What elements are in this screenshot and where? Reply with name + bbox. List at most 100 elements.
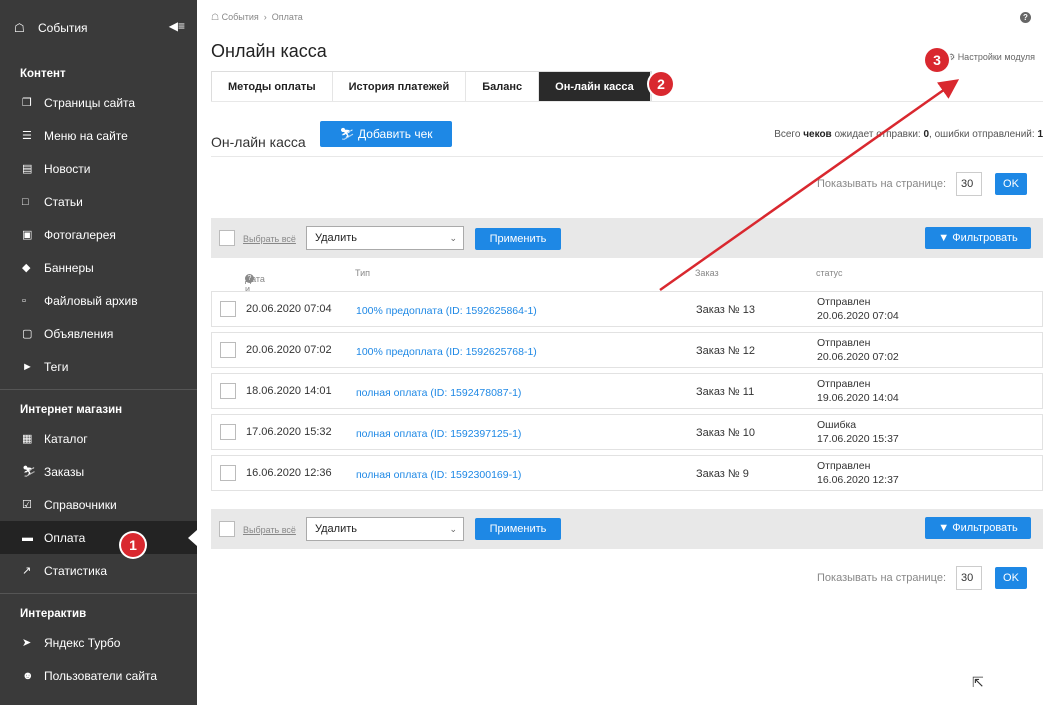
tab-online-cashbox[interactable]: Он-лайн касса bbox=[539, 72, 651, 101]
sidebar-item-files[interactable]: ▫ Файловый архив bbox=[0, 284, 197, 317]
sidebar-item-gallery[interactable]: ▣ Фотогалерея bbox=[0, 218, 197, 251]
sidebar-item-label: Теги bbox=[44, 359, 69, 374]
table-row: 16.06.2020 12:36 полная оплата (ID: 1592… bbox=[211, 455, 1043, 491]
row-checkbox[interactable] bbox=[220, 342, 236, 358]
row-order: Заказ № 12 bbox=[696, 345, 756, 357]
sidebar-top-label: События bbox=[38, 21, 88, 35]
row-date: 17.06.2020 15:32 bbox=[246, 426, 332, 438]
sidebar-item-users[interactable]: ☻ Пользователи сайта bbox=[0, 659, 197, 692]
per-page-input[interactable]: 30 bbox=[956, 566, 982, 590]
sidebar-item-ads[interactable]: ▢ Объявления bbox=[0, 317, 197, 350]
cart-icon: ⛷ bbox=[22, 466, 36, 478]
tab-balance[interactable]: Баланс bbox=[466, 72, 540, 101]
help-icon[interactable]: ? bbox=[245, 274, 254, 283]
row-type-link[interactable]: полная оплата (ID: 1592478087-1) bbox=[356, 387, 521, 399]
tab-payment-history[interactable]: История платежей bbox=[333, 72, 467, 101]
sidebar-item-tags[interactable]: ► Теги bbox=[0, 350, 197, 383]
collapse-sidebar-icon[interactable]: ◀≡ bbox=[169, 19, 185, 33]
tag-icon: ► bbox=[22, 360, 33, 373]
row-type-link[interactable]: 100% предоплата (ID: 1592625864-1) bbox=[356, 305, 537, 317]
row-status: Отправлен 20.06.2020 07:02 bbox=[817, 336, 899, 364]
sidebar-item-yandex-turbo[interactable]: ➤ Яндекс Турбо bbox=[0, 626, 197, 659]
banner-icon: ◆ bbox=[22, 262, 31, 274]
sidebar-item-banners[interactable]: ◆ Баннеры bbox=[0, 251, 197, 284]
select-all-link[interactable]: Выбрать всё bbox=[243, 234, 296, 244]
chevron-down-icon: ⌄ bbox=[449, 524, 457, 534]
article-icon: □ bbox=[22, 195, 29, 208]
per-page-ok-button[interactable]: OK bbox=[995, 173, 1027, 195]
bulk-action-bar: Выбрать всё Удалить ⌄ Применить ▼ Фильтро… bbox=[211, 218, 1043, 258]
row-status-label: Отправлен bbox=[817, 337, 871, 349]
sidebar-item-orders[interactable]: ⛷ Заказы bbox=[0, 455, 197, 488]
col-type: Тип bbox=[355, 268, 371, 278]
select-all-link[interactable]: Выбрать всё bbox=[243, 525, 296, 535]
sidebar-item-label: Страницы сайта bbox=[44, 95, 136, 110]
sidebar-item-label: Файловый архив bbox=[44, 293, 138, 308]
select-all-checkbox[interactable] bbox=[219, 521, 235, 537]
row-order: Заказ № 13 bbox=[696, 304, 756, 316]
row-status: Отправлен 19.06.2020 14:04 bbox=[817, 377, 899, 405]
row-checkbox[interactable] bbox=[220, 383, 236, 399]
sidebar-item-pages[interactable]: ❒ Страницы сайта bbox=[0, 86, 197, 119]
sidebar-item-label: Меню на сайте bbox=[44, 128, 128, 143]
summary-error-count: 1 bbox=[1037, 129, 1043, 140]
row-date: 16.06.2020 12:36 bbox=[246, 467, 332, 479]
row-type-link[interactable]: полная оплата (ID: 1592300169-1) bbox=[356, 469, 521, 481]
row-status: Отправлен 20.06.2020 07:04 bbox=[817, 295, 899, 323]
tabs: Методы оплаты История платежей Баланс Он… bbox=[211, 71, 652, 101]
sidebar-item-label: Заказы bbox=[44, 464, 85, 479]
sidebar-item-catalog[interactable]: ▦ Каталог bbox=[0, 422, 197, 455]
annotation-badge-1: 1 bbox=[121, 533, 145, 557]
breadcrumb-current: Оплата bbox=[271, 12, 303, 22]
sidebar-item-label: Баннеры bbox=[44, 260, 94, 275]
home-icon: ☖ bbox=[14, 21, 25, 35]
sidebar-item-directories[interactable]: ☑ Справочники bbox=[0, 488, 197, 521]
sidebar: ☖ События ◀≡ Контент ❒ Страницы сайта ☰ Ме… bbox=[0, 0, 197, 705]
gallery-icon: ▣ bbox=[22, 229, 33, 241]
sidebar-item-articles[interactable]: □ Статьи bbox=[0, 185, 197, 218]
apply-button[interactable]: Применить bbox=[475, 518, 561, 540]
annotation-badge-2: 2 bbox=[649, 72, 673, 96]
breadcrumb-home[interactable]: События bbox=[222, 12, 259, 22]
sidebar-item-label: Справочники bbox=[44, 497, 117, 512]
per-page-input[interactable]: 30 bbox=[956, 172, 982, 196]
help-icon[interactable]: ? bbox=[1020, 12, 1031, 23]
sidebar-item-label: Новости bbox=[44, 161, 91, 176]
sidebar-top-events[interactable]: ☖ События ◀≡ bbox=[0, 0, 197, 56]
row-checkbox[interactable] bbox=[220, 301, 236, 317]
filter-button[interactable]: ▼ Фильтровать bbox=[925, 517, 1031, 539]
row-status-label: Отправлен bbox=[817, 460, 871, 472]
apply-button[interactable]: Применить bbox=[475, 228, 561, 250]
row-status-date: 20.06.2020 07:04 bbox=[817, 310, 899, 322]
tab-payment-methods[interactable]: Методы оплаты bbox=[212, 72, 333, 101]
per-page-ok-button[interactable]: OK bbox=[995, 567, 1027, 589]
sidebar-item-menu[interactable]: ☰ Меню на сайте bbox=[0, 119, 197, 152]
sidebar-item-label: Каталог bbox=[44, 431, 88, 446]
sidebar-item-stats[interactable]: ↗ Статистика bbox=[0, 554, 197, 587]
table-row: 18.06.2020 14:01 полная оплата (ID: 1592… bbox=[211, 373, 1043, 409]
add-check-button[interactable]: ⛷ Добавить чек bbox=[320, 121, 452, 147]
mouse-cursor-icon: ⇱ bbox=[972, 674, 984, 690]
cart-icon: ⛷ bbox=[339, 127, 355, 141]
bulk-action-select[interactable]: Удалить ⌄ bbox=[306, 517, 464, 541]
sidebar-item-payment[interactable]: ▬ Оплата bbox=[0, 521, 197, 554]
check-icon: ☑ bbox=[22, 499, 32, 511]
home-icon: ☖ bbox=[211, 12, 220, 22]
row-status-date: 16.06.2020 12:37 bbox=[817, 474, 899, 486]
row-order: Заказ № 10 bbox=[696, 427, 756, 439]
row-checkbox[interactable] bbox=[220, 424, 236, 440]
sidebar-item-label: Статистика bbox=[44, 563, 108, 578]
divider bbox=[211, 101, 1043, 102]
sidebar-item-news[interactable]: ▤ Новости bbox=[0, 152, 197, 185]
row-checkbox[interactable] bbox=[220, 465, 236, 481]
sidebar-item-label: Пользователи сайта bbox=[44, 668, 158, 683]
row-type-link[interactable]: 100% предоплата (ID: 1592625768-1) bbox=[356, 346, 537, 358]
bulk-action-select[interactable]: Удалить ⌄ bbox=[306, 226, 464, 250]
sidebar-section-interactive: Интерактив bbox=[20, 608, 87, 620]
select-all-checkbox[interactable] bbox=[219, 230, 235, 246]
filter-button[interactable]: ▼ Фильтровать bbox=[925, 227, 1031, 249]
row-type-link[interactable]: полная оплата (ID: 1592397125-1) bbox=[356, 428, 521, 440]
users-icon: ☻ bbox=[22, 669, 34, 682]
settings-link[interactable]: ⚙ Настройки модуля bbox=[947, 52, 1035, 63]
sidebar-item-label: Фотогалерея bbox=[44, 227, 116, 242]
